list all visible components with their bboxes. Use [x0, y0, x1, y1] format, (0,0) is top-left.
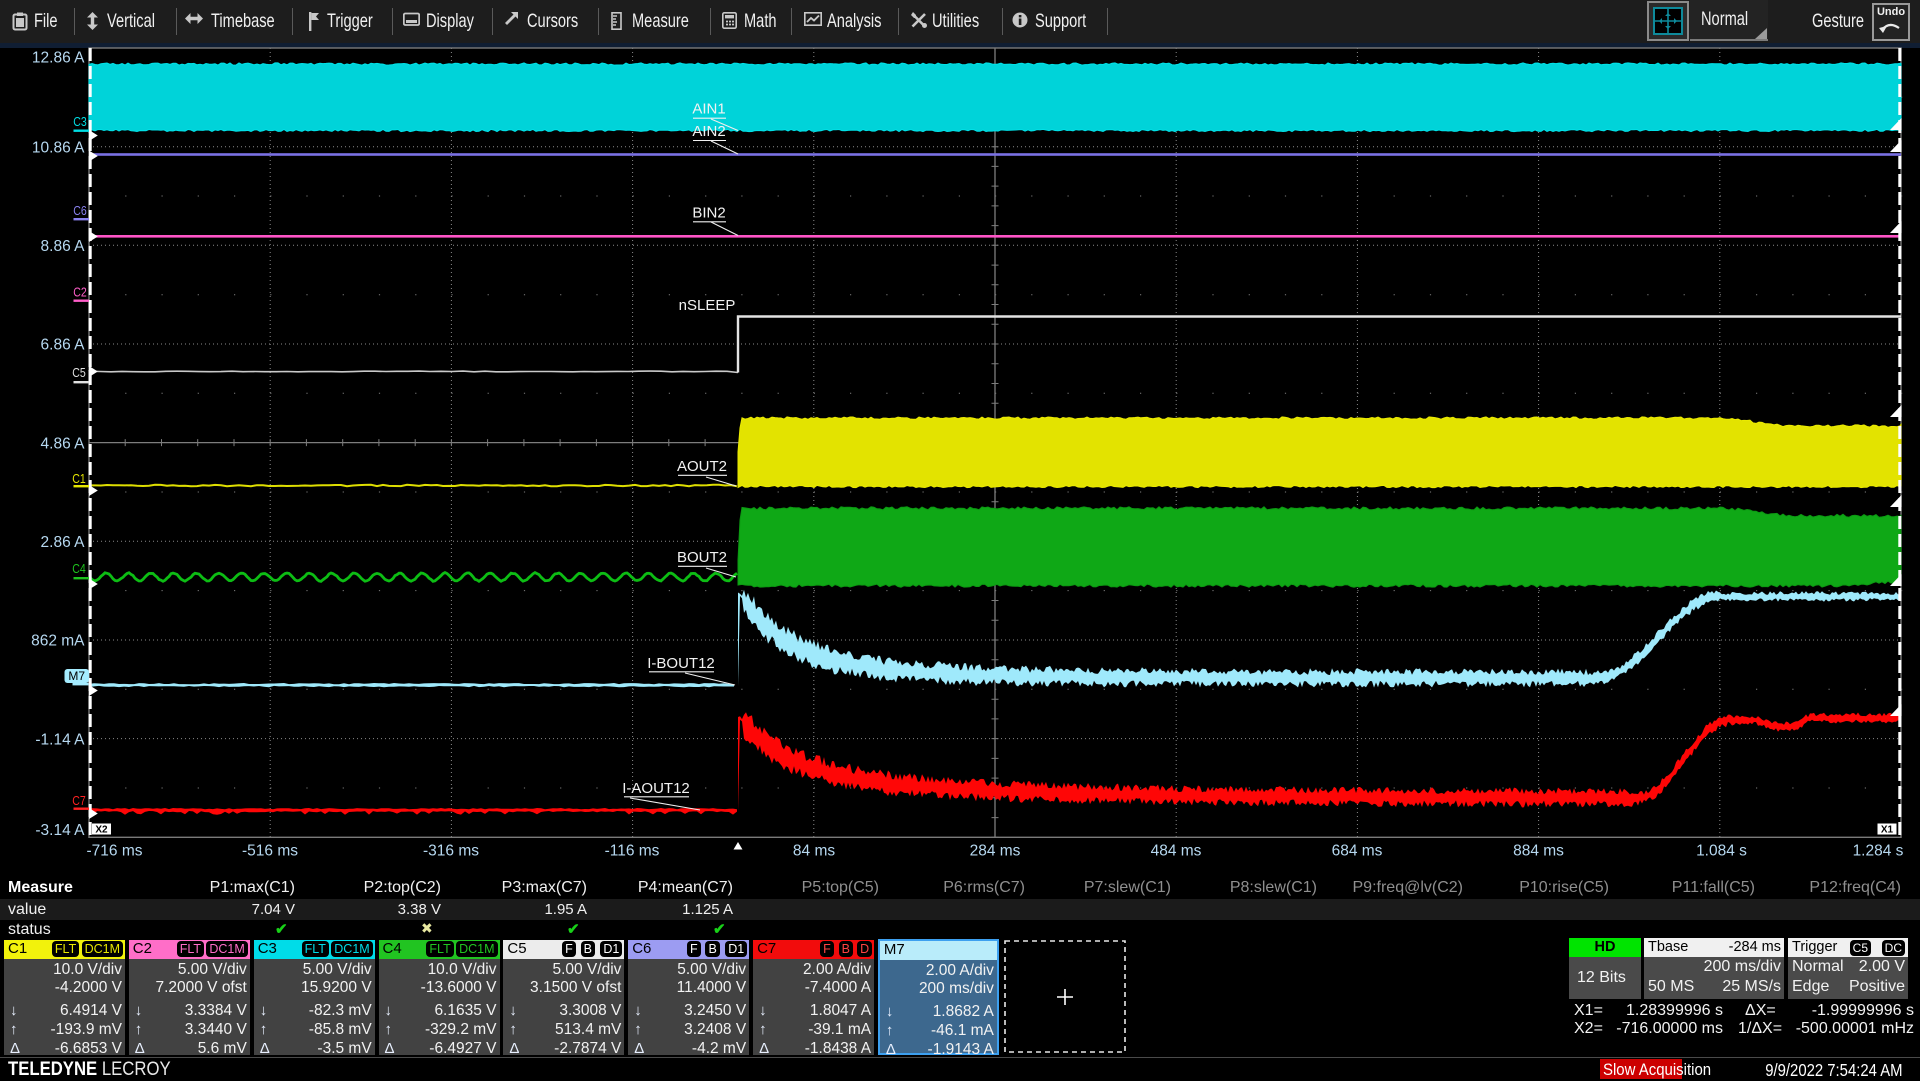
svg-text:12.86 A: 12.86 A [32, 50, 85, 67]
svg-text:C6: C6 [73, 203, 87, 218]
svg-text:AIN2: AIN2 [692, 123, 725, 140]
svg-text:884 ms: 884 ms [1513, 843, 1564, 860]
svg-text:BIN2: BIN2 [692, 205, 725, 222]
svg-text:4.86 A: 4.86 A [41, 435, 86, 452]
svg-text:-1.14 A: -1.14 A [35, 731, 85, 748]
svg-text:C3: C3 [73, 114, 87, 129]
svg-text:-3.14 A: -3.14 A [35, 822, 85, 839]
svg-text:M7: M7 [68, 669, 85, 683]
svg-text:AOUT2: AOUT2 [677, 458, 727, 475]
svg-text:C4: C4 [72, 561, 86, 576]
svg-text:1.284 s: 1.284 s [1853, 843, 1904, 860]
svg-text:X1: X1 [1881, 825, 1894, 836]
svg-text:BOUT2: BOUT2 [677, 549, 727, 566]
svg-text:284 ms: 284 ms [970, 843, 1021, 860]
svg-text:-716 ms: -716 ms [87, 843, 143, 860]
svg-text:I-AOUT12: I-AOUT12 [622, 780, 690, 797]
svg-text:6.86 A: 6.86 A [41, 337, 86, 354]
svg-text:C1: C1 [72, 471, 86, 486]
svg-text:-516 ms: -516 ms [242, 843, 298, 860]
svg-text:2.86 A: 2.86 A [41, 534, 86, 551]
svg-text:C5: C5 [72, 365, 86, 380]
svg-text:nSLEEP: nSLEEP [679, 297, 736, 314]
svg-text:I-BOUT12: I-BOUT12 [647, 655, 715, 672]
svg-text:C2: C2 [73, 285, 87, 300]
svg-text:84 ms: 84 ms [793, 843, 835, 860]
svg-text:AIN1: AIN1 [692, 101, 725, 118]
svg-text:8.86 A: 8.86 A [41, 238, 86, 255]
svg-text:862 mA: 862 mA [31, 633, 85, 650]
svg-text:10.86 A: 10.86 A [32, 139, 85, 156]
svg-text:484 ms: 484 ms [1151, 843, 1202, 860]
svg-text:684 ms: 684 ms [1332, 843, 1383, 860]
svg-text:-116 ms: -116 ms [605, 843, 660, 860]
svg-text:C7: C7 [72, 793, 86, 808]
svg-text:X2: X2 [95, 825, 108, 836]
svg-text:-316 ms: -316 ms [423, 843, 479, 860]
svg-text:1.084 s: 1.084 s [1696, 843, 1747, 860]
